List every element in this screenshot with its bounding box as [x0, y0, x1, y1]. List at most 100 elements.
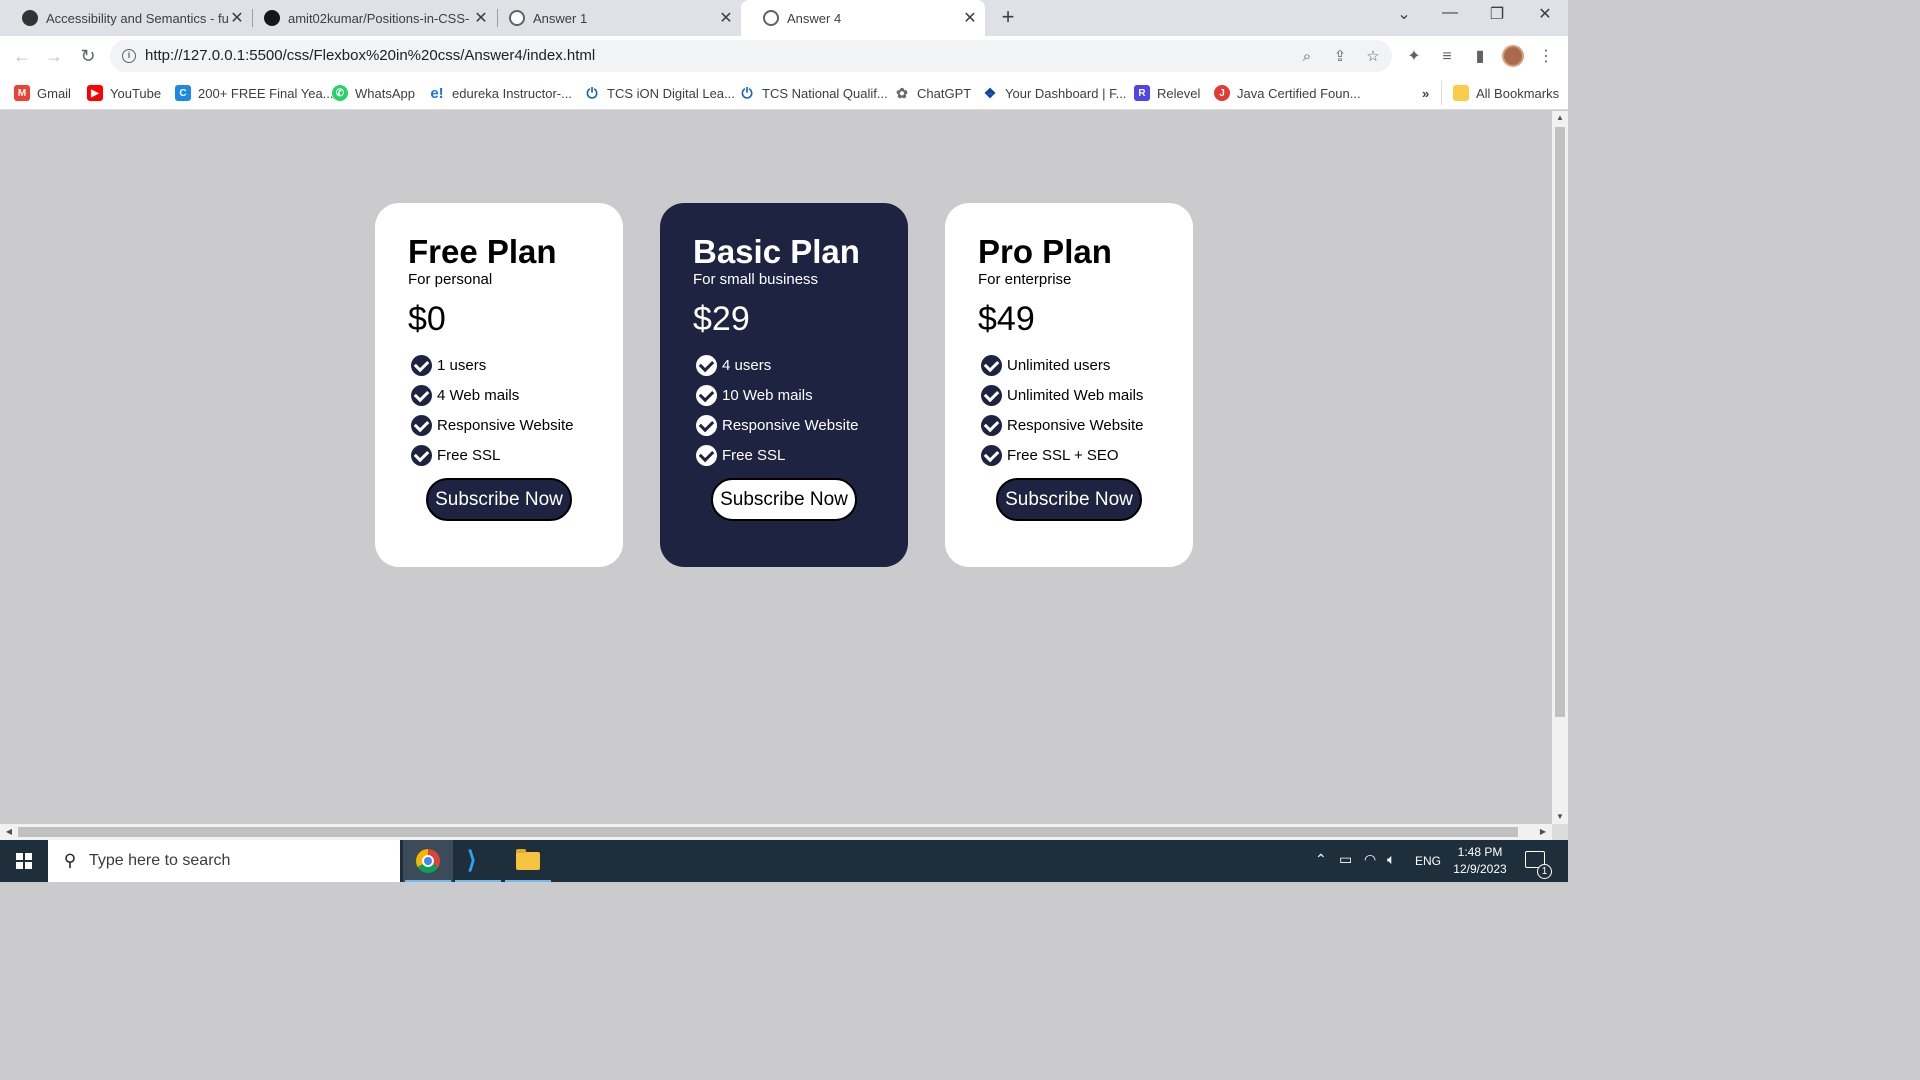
taskbar-chrome[interactable]	[403, 840, 453, 882]
bookmark-dashboard[interactable]: ❖ Your Dashboard | F...	[982, 83, 1126, 103]
address-bar[interactable]: i http://127.0.0.1:5500/css/Flexbox%20in…	[110, 40, 1392, 72]
taskbar-vscode[interactable]: ⟩	[453, 840, 503, 882]
feature-item: 4 users	[693, 350, 908, 380]
subscribe-button[interactable]: Subscribe Now	[711, 478, 857, 521]
scrollbar-thumb[interactable]	[18, 827, 1518, 837]
browser-tab[interactable]: Accessibility and Semantics - ful ✕	[0, 0, 252, 36]
clock-time: 1:48 PM	[1457, 845, 1503, 859]
close-window-button[interactable]: ✕	[1530, 4, 1560, 24]
bookmark-label: Gmail	[37, 85, 71, 101]
show-hidden-icons-chevron-icon[interactable]: ⌃	[1315, 851, 1327, 868]
bookmark-star-icon[interactable]: ☆	[1363, 47, 1383, 67]
taskbar-clock[interactable]: 1:48 PM 12/9/2023	[1444, 844, 1516, 878]
site-favicon-icon	[22, 10, 38, 26]
scroll-left-arrow-icon[interactable]: ◀	[2, 824, 16, 840]
plan-name: Basic Plan	[693, 233, 860, 270]
tab-title: Answer 1	[533, 10, 588, 26]
plan-name: Free Plan	[408, 233, 557, 270]
scroll-right-arrow-icon[interactable]: ▶	[1536, 824, 1550, 840]
feature-text: 10 Web mails	[722, 386, 813, 404]
extensions-icon[interactable]: ✦	[1403, 46, 1425, 68]
tab-title: amit02kumar/Positions-in-CSS-	[288, 10, 470, 26]
minimize-button[interactable]: —	[1435, 4, 1465, 22]
feature-text: Responsive Website	[1007, 416, 1144, 434]
site-info-icon[interactable]: i	[122, 49, 136, 63]
profile-avatar[interactable]	[1502, 45, 1524, 67]
bookmark-chatgpt[interactable]: ✿ ChatGPT	[894, 83, 971, 103]
feature-text: 4 users	[722, 356, 772, 374]
plan-subtitle: For personal	[408, 271, 493, 288]
vertical-scrollbar[interactable]: ▲ ▼	[1552, 111, 1568, 824]
feature-text: Unlimited users	[1007, 356, 1111, 374]
bookmark-label: edureka Instructor-...	[452, 85, 572, 101]
check-circle-icon	[411, 444, 432, 466]
scroll-up-arrow-icon[interactable]: ▲	[1552, 111, 1568, 125]
edureka-icon: e!	[429, 84, 445, 102]
plan-subtitle: For small business	[693, 271, 819, 288]
browser-tab[interactable]: Answer 1 ✕	[487, 0, 741, 36]
plan-price: $29	[693, 300, 750, 338]
url-text[interactable]: http://127.0.0.1:5500/css/Flexbox%20in%2…	[145, 47, 595, 64]
check-circle-icon	[981, 384, 1002, 406]
java-icon: J	[1214, 85, 1230, 101]
volume-icon[interactable]: 🔈︎	[1387, 851, 1395, 868]
side-panel-icon[interactable]: ▮	[1469, 46, 1491, 68]
bookmark-edureka[interactable]: e! edureka Instructor-...	[429, 83, 572, 103]
browser-tab-active[interactable]: Answer 4 ✕	[741, 0, 985, 36]
scroll-down-arrow-icon[interactable]: ▼	[1552, 810, 1568, 824]
running-indicator	[455, 880, 501, 882]
windows-taskbar: ⚲ Type here to search ⟩ ⌃ ▭ ◠ 🔈︎ ENG 1:4…	[0, 840, 1568, 882]
battery-icon[interactable]: ▭	[1339, 851, 1352, 868]
bookmark-whatsapp[interactable]: ✆ WhatsApp	[332, 83, 415, 103]
bookmark-label: TCS National Qualif...	[762, 85, 888, 101]
restore-button[interactable]: ❐	[1482, 4, 1512, 24]
more-menu-icon[interactable]: ⋮	[1535, 46, 1557, 68]
close-tab-icon[interactable]: ✕	[961, 8, 979, 28]
bookmark-tcs-ion[interactable]: ⏻ TCS iON Digital Lea...	[584, 83, 735, 103]
browser-toolbar: ← → ↻ i http://127.0.0.1:5500/css/Flexbo…	[0, 36, 1568, 76]
bookmark-label: Your Dashboard | F...	[1005, 85, 1127, 101]
feature-text: 1 users	[437, 356, 487, 374]
share-icon[interactable]: ⇪	[1330, 47, 1350, 67]
clock-date: 12/9/2023	[1453, 862, 1507, 876]
scrollbar-thumb[interactable]	[1555, 127, 1565, 717]
browser-tab[interactable]: amit02kumar/Positions-in-CSS- ✕	[242, 0, 496, 36]
language-indicator[interactable]: ENG	[1415, 854, 1441, 868]
tab-search-chevron-icon[interactable]: ⌄	[1389, 4, 1419, 24]
feature-item: Free SSL	[693, 440, 908, 470]
reading-list-icon[interactable]: ≡	[1436, 46, 1458, 68]
running-indicator	[505, 880, 551, 882]
bookmark-label: ChatGPT	[917, 85, 972, 101]
search-placeholder[interactable]: Type here to search	[89, 852, 230, 870]
feature-item: Free SSL	[408, 440, 623, 470]
feature-list: Unlimited users Unlimited Web mails Resp…	[978, 350, 1193, 470]
back-button[interactable]: ←	[10, 44, 34, 68]
power-icon: ⏻	[584, 85, 600, 101]
bookmark-youtube[interactable]: ▶ YouTube	[87, 83, 161, 103]
taskbar-search-box[interactable]: ⚲ Type here to search	[48, 840, 400, 882]
feature-text: Unlimited Web mails	[1007, 386, 1144, 404]
all-bookmarks-folder[interactable]: All Bookmarks	[1453, 83, 1559, 103]
dashboard-icon: ❖	[982, 84, 998, 101]
check-circle-icon	[411, 414, 432, 436]
bookmark-final-year[interactable]: C 200+ FREE Final Yea...	[175, 83, 334, 103]
wifi-icon[interactable]: ◠	[1364, 851, 1376, 868]
zoom-icon[interactable]: ⌕	[1297, 47, 1317, 67]
new-tab-button[interactable]: +	[996, 4, 1020, 30]
subscribe-button[interactable]: Subscribe Now	[426, 478, 572, 521]
subscribe-button[interactable]: Subscribe Now	[996, 478, 1142, 521]
bookmark-gmail[interactable]: M Gmail	[14, 83, 71, 103]
reload-button[interactable]: ↻	[76, 44, 100, 68]
bookmarks-overflow-button[interactable]: »	[1422, 83, 1429, 103]
check-circle-icon	[981, 444, 1002, 466]
close-tab-icon[interactable]: ✕	[717, 8, 735, 28]
bookmark-tcs-nqt[interactable]: ⏻ TCS National Qualif...	[739, 83, 888, 103]
taskbar-file-explorer[interactable]	[503, 840, 553, 882]
bookmark-relevel[interactable]: R Relevel	[1134, 83, 1200, 103]
horizontal-scrollbar[interactable]: ◀ ▶	[0, 824, 1552, 840]
start-button[interactable]	[0, 840, 48, 882]
feature-list: 1 users 4 Web mails Responsive Website F…	[408, 350, 623, 470]
forward-button[interactable]: →	[42, 44, 66, 68]
bookmark-java[interactable]: J Java Certified Foun...	[1214, 83, 1361, 103]
search-icon: ⚲	[63, 851, 77, 870]
